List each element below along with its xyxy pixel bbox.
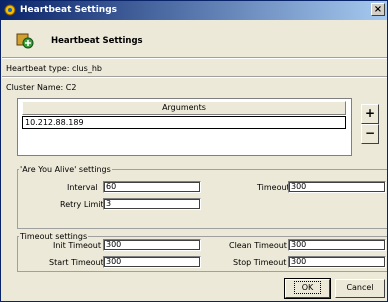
close-icon: × bbox=[373, 4, 383, 15]
retry-limit-label: Retry Limit bbox=[60, 200, 104, 209]
clean-timeout-field[interactable]: 300 bbox=[288, 239, 386, 251]
are-you-alive-legend: 'Are You Alive' settings bbox=[19, 165, 112, 174]
stop-timeout-field[interactable]: 300 bbox=[288, 256, 386, 268]
header-divider bbox=[2, 57, 387, 59]
clean-timeout-label: Clean Timeout bbox=[229, 241, 287, 250]
remove-argument-button[interactable]: − bbox=[361, 124, 379, 144]
interval-field[interactable]: 60 bbox=[103, 181, 201, 193]
interval-label: Interval bbox=[67, 183, 98, 192]
ok-button[interactable]: OK bbox=[284, 278, 331, 299]
close-button[interactable]: × bbox=[371, 3, 385, 16]
cluster-name-label: Cluster Name: C2 bbox=[6, 83, 77, 92]
add-argument-button[interactable]: + bbox=[361, 104, 379, 124]
arguments-table: Arguments 10.212.88.189 bbox=[17, 98, 352, 156]
timeout-settings-legend: Timeout settings bbox=[19, 232, 89, 241]
ok-button-label: OK bbox=[293, 281, 322, 294]
dialog-header: Heartbeat Settings bbox=[2, 21, 387, 57]
heartbeat-settings-dialog: Heartbeat Settings × Heartbeat Settings … bbox=[0, 0, 388, 302]
are-you-alive-group bbox=[17, 169, 387, 229]
init-timeout-field[interactable]: 300 bbox=[103, 239, 201, 251]
cancel-button[interactable]: Cancel bbox=[335, 279, 385, 298]
table-row[interactable]: 10.212.88.189 bbox=[22, 116, 346, 129]
start-timeout-label: Start Timeout bbox=[49, 258, 104, 267]
header-title: Heartbeat Settings bbox=[51, 36, 143, 46]
retry-limit-field[interactable]: 3 bbox=[103, 198, 201, 210]
heartbeat-app-icon bbox=[4, 4, 16, 16]
info-divider-1 bbox=[2, 76, 387, 78]
arguments-column-header[interactable]: Arguments bbox=[22, 101, 346, 115]
start-timeout-field[interactable]: 300 bbox=[103, 256, 201, 268]
title-bar[interactable]: Heartbeat Settings × bbox=[1, 1, 387, 20]
timeout-field[interactable]: 300 bbox=[288, 181, 386, 193]
timeout-label: Timeout bbox=[257, 183, 290, 192]
stop-timeout-label: Stop Timeout bbox=[233, 258, 287, 267]
init-timeout-label: Init Timeout bbox=[53, 241, 102, 250]
heartbeat-type-label: Heartbeat type: clus_hb bbox=[6, 64, 102, 73]
heartbeat-settings-icon bbox=[16, 31, 34, 49]
window-title: Heartbeat Settings bbox=[20, 5, 117, 15]
